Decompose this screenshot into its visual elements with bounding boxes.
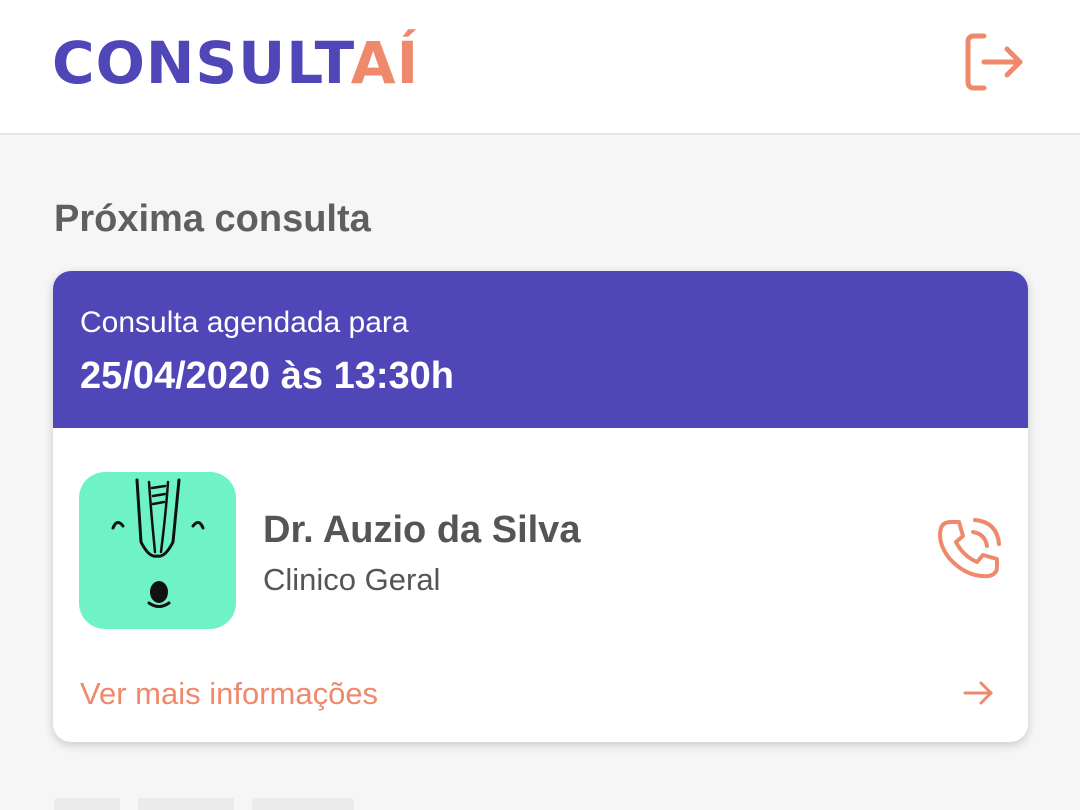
doctor-avatar-illustration (111, 478, 205, 608)
app-screen: CONSULTAÍ Próxima consulta Consulta agen… (0, 0, 1080, 810)
appointment-scheduled-label: Consulta agendada para (80, 306, 409, 339)
doctor-name: Dr. Auzio da Silva (263, 509, 581, 551)
doctor-avatar (79, 472, 236, 629)
next-section-heading-peek (54, 798, 374, 810)
logo-text-ai: AÍ (350, 29, 420, 97)
appointment-card: Consulta agendada para 25/04/2020 às 13:… (53, 271, 1028, 742)
app-header: CONSULTAÍ (0, 0, 1080, 135)
logout-icon[interactable] (960, 30, 1030, 94)
logo-text-consult: CONSULT (52, 29, 351, 97)
doctor-specialty: Clinico Geral (263, 562, 441, 597)
app-logo: CONSULTAÍ (52, 28, 419, 98)
section-title-next-appointment: Próxima consulta (54, 198, 371, 240)
appointment-card-header: Consulta agendada para 25/04/2020 às 13:… (53, 271, 1028, 428)
arrow-right-icon[interactable] (961, 675, 997, 711)
more-info-link[interactable]: Ver mais informações (80, 675, 378, 713)
phone-call-icon[interactable] (933, 516, 1005, 584)
appointment-datetime: 25/04/2020 às 13:30h (80, 355, 454, 397)
